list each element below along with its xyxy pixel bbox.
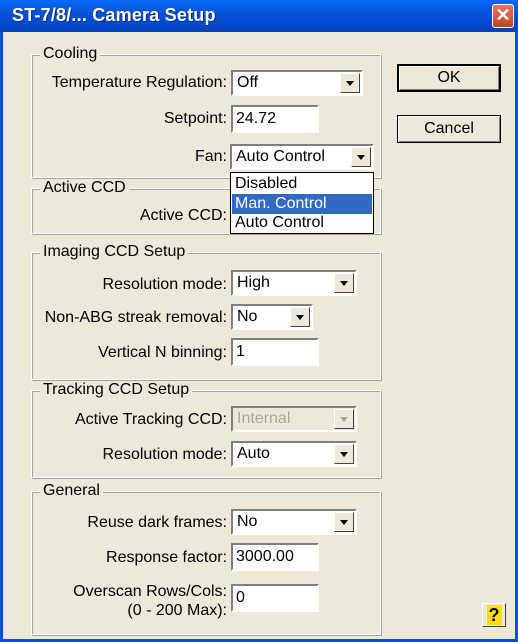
- fan-value: Auto Control: [236, 148, 325, 165]
- streak-removal-label: Non-ABG streak removal:: [44, 309, 227, 326]
- setpoint-label: Setpoint:: [163, 110, 227, 127]
- tracking-resolution-select[interactable]: Auto: [231, 441, 357, 467]
- chevron-down-icon[interactable]: [340, 73, 360, 93]
- reuse-dark-frames-label: Reuse dark frames:: [87, 514, 227, 531]
- cancel-button[interactable]: Cancel: [397, 115, 501, 143]
- imaging-resolution-value: High: [237, 274, 270, 291]
- tracking-ccd-legend: Tracking CCD Setup: [40, 381, 193, 399]
- fan-label: Fan:: [194, 148, 227, 165]
- streak-removal-select[interactable]: No: [231, 304, 313, 330]
- setpoint-value: 24.72: [236, 110, 277, 127]
- fan-option-disabled[interactable]: Disabled: [232, 174, 372, 194]
- active-ccd-label: Active CCD:: [139, 207, 227, 224]
- fan-option-auto-control[interactable]: Auto Control: [232, 213, 372, 233]
- active-ccd-legend: Active CCD: [40, 179, 129, 197]
- fan-dropdown-list: Disabled Man. Control Auto Control: [230, 172, 374, 234]
- help-icon: ?: [486, 605, 502, 625]
- active-tracking-ccd-value: Internal: [237, 410, 291, 427]
- fan-select[interactable]: Auto Control: [230, 144, 374, 170]
- overscan-label-line1: Overscan Rows/Cols:: [73, 583, 227, 600]
- close-icon[interactable]: ✕: [492, 4, 514, 28]
- chevron-down-icon[interactable]: [334, 444, 354, 464]
- temperature-regulation-value: Off: [237, 74, 259, 91]
- chevron-down-icon: [334, 409, 354, 429]
- ok-button[interactable]: OK: [397, 64, 501, 92]
- window-title: ST-7/8/... Camera Setup: [12, 5, 216, 25]
- response-factor-value: 3000.00: [236, 548, 294, 565]
- overscan-label-line2: (0 - 200 Max):: [127, 602, 227, 619]
- camera-setup-dialog: ST-7/8/... Camera Setup ✕ Cooling Temper…: [0, 0, 518, 642]
- vertical-binning-value: 1: [236, 343, 245, 360]
- fan-option-man-control[interactable]: Man. Control: [232, 194, 372, 214]
- help-button[interactable]: ?: [482, 603, 506, 627]
- imaging-resolution-select[interactable]: High: [231, 270, 357, 296]
- response-factor-label: Response factor:: [106, 549, 227, 566]
- imaging-resolution-label: Resolution mode:: [102, 276, 227, 293]
- tracking-resolution-value: Auto: [237, 445, 270, 462]
- active-tracking-ccd-label: Active Tracking CCD:: [74, 411, 227, 428]
- overscan-input[interactable]: 0: [231, 584, 319, 612]
- vertical-binning-label: Vertical N binning:: [98, 344, 227, 361]
- temperature-regulation-label: Temperature Regulation:: [51, 74, 227, 91]
- active-tracking-ccd-select: Internal: [231, 406, 357, 432]
- imaging-ccd-legend: Imaging CCD Setup: [40, 243, 189, 261]
- chevron-down-icon[interactable]: [351, 147, 371, 167]
- general-legend: General: [40, 482, 103, 500]
- chevron-down-icon[interactable]: [334, 512, 354, 532]
- cooling-legend: Cooling: [40, 45, 101, 63]
- streak-removal-value: No: [237, 308, 258, 325]
- setpoint-input[interactable]: 24.72: [231, 105, 319, 133]
- response-factor-input[interactable]: 3000.00: [231, 543, 319, 571]
- tracking-resolution-label: Resolution mode:: [102, 446, 227, 463]
- overscan-value: 0: [236, 589, 245, 606]
- temperature-regulation-select[interactable]: Off: [231, 70, 363, 96]
- title-bar: ST-7/8/... Camera Setup ✕: [0, 0, 518, 32]
- chevron-down-icon[interactable]: [334, 273, 354, 293]
- reuse-dark-frames-select[interactable]: No: [231, 509, 357, 535]
- chevron-down-icon[interactable]: [290, 307, 310, 327]
- reuse-dark-frames-value: No: [237, 513, 258, 530]
- vertical-binning-input[interactable]: 1: [231, 338, 319, 366]
